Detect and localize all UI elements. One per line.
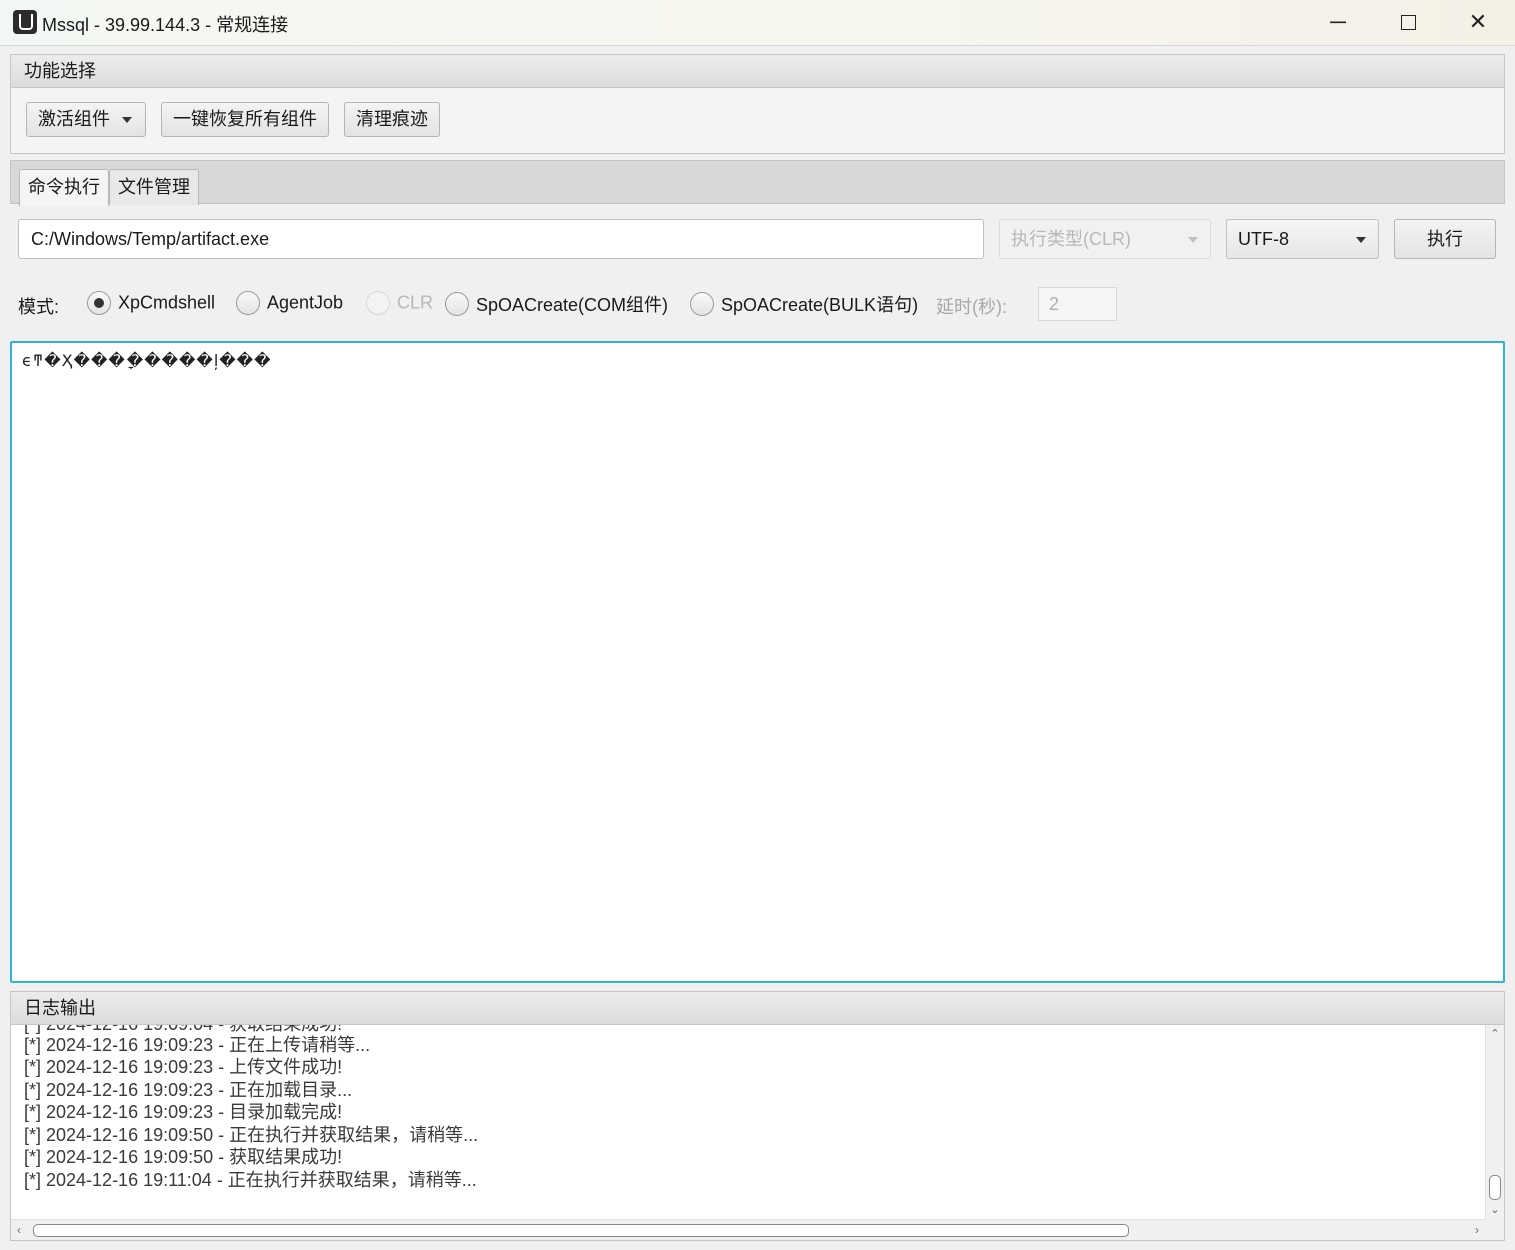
chevron-down-icon — [122, 117, 132, 124]
mode-radio-xpcmdshell[interactable]: XpCmdshell — [87, 291, 215, 319]
vertical-scroll-thumb[interactable] — [1489, 1175, 1501, 1200]
mode-radio-spoacreate-com[interactable]: SpOACreate(COM组件) — [445, 291, 668, 319]
log-line: [*] 2024-12-16 19:09:23 - 上传文件成功! — [24, 1057, 343, 1077]
radio-unchecked-icon — [445, 292, 469, 316]
delay-label: 延时(秒): — [936, 297, 1007, 317]
command-output[interactable]: ϵͳ�Ҳ���ָ�����ļ��� — [10, 341, 1505, 983]
radio-disabled-icon — [366, 291, 390, 315]
encoding-value: UTF-8 — [1238, 229, 1289, 249]
close-button[interactable]: ✕ — [1443, 0, 1513, 46]
chevron-left-icon[interactable]: ‹ — [17, 1223, 21, 1237]
radio-checked-icon — [87, 291, 111, 315]
log-line: [*] 2024-12-16 19:09:50 - 正在执行并获取结果，请稍等.… — [24, 1125, 479, 1145]
title-bar: Mssql - 39.99.144.3 - 常规连接 ─ ✕ — [0, 0, 1515, 46]
restore-all-button[interactable]: 一键恢复所有组件 — [161, 102, 329, 137]
mode-option-label: SpOACreate(BULK语句) — [721, 295, 919, 315]
log-panel: 日志输出 [*] 2024-12-16 19:09:04 - 获取结果成功! [… — [10, 991, 1505, 1241]
mode-label: 模式: — [18, 297, 60, 317]
tab-command-exec[interactable]: 命令执行 — [19, 169, 109, 206]
mode-option-label: XpCmdshell — [118, 292, 216, 313]
mode-radio-agentjob[interactable]: AgentJob — [236, 291, 343, 319]
log-line: [*] 2024-12-16 19:09:23 - 目录加载完成! — [24, 1102, 343, 1122]
activate-component-label: 激活组件 — [38, 109, 110, 129]
chevron-right-icon[interactable]: › — [1475, 1223, 1479, 1237]
log-line: [*] 2024-12-16 19:09:23 - 正在加载目录... — [24, 1080, 353, 1100]
function-panel-header: 功能选择 — [11, 55, 1504, 88]
chevron-down-icon — [1356, 237, 1366, 243]
minimize-button[interactable]: ─ — [1303, 0, 1373, 46]
tab-file-manager[interactable]: 文件管理 — [109, 169, 199, 205]
execute-button[interactable]: 执行 — [1394, 219, 1496, 259]
mode-option-label: CLR — [397, 292, 434, 313]
log-line: [*] 2024-12-16 19:09:50 - 获取结果成功! — [24, 1147, 343, 1167]
window-title: Mssql - 39.99.144.3 - 常规连接 — [42, 15, 289, 35]
log-line: [*] 2024-12-16 19:11:04 - 正在执行并获取结果，请稍等.… — [24, 1170, 477, 1190]
mode-option-label: AgentJob — [267, 292, 344, 313]
mode-radio-spoacreate-bulk[interactable]: SpOACreate(BULK语句) — [690, 291, 918, 319]
radio-unchecked-icon — [236, 291, 260, 315]
activate-component-button[interactable]: 激活组件 — [26, 102, 146, 137]
command-input[interactable]: C:/Windows/Temp/artifact.exe — [18, 219, 984, 259]
radio-unchecked-icon — [690, 292, 714, 316]
mode-option-label: SpOACreate(COM组件) — [476, 295, 669, 315]
chevron-down-icon[interactable]: ⌄ — [1490, 1205, 1500, 1216]
app-icon — [13, 10, 37, 34]
horizontal-scroll-thumb[interactable] — [33, 1224, 1129, 1237]
maximize-icon — [1400, 15, 1416, 30]
chevron-up-icon[interactable]: ⌃ — [1490, 1029, 1500, 1040]
function-panel: 功能选择 激活组件 一键恢复所有组件 清理痕迹 — [10, 54, 1505, 154]
log-panel-header: 日志输出 — [11, 992, 1504, 1025]
exec-type-placeholder: 执行类型(CLR) — [1011, 229, 1131, 249]
mode-radio-clr[interactable]: CLR — [366, 291, 433, 319]
maximize-button[interactable] — [1373, 0, 1443, 46]
log-line: [*] 2024-12-16 19:09:23 - 正在上传请稍等... — [24, 1035, 371, 1055]
tab-bar: 命令执行 文件管理 — [10, 160, 1505, 206]
log-vertical-scrollbar[interactable]: ⌃ ⌄ — [1485, 1025, 1504, 1219]
log-output[interactable]: [*] 2024-12-16 19:09:04 - 获取结果成功! [*] 20… — [11, 1025, 1485, 1219]
encoding-select[interactable]: UTF-8 — [1226, 219, 1379, 259]
log-horizontal-scrollbar[interactable]: ‹ › — [11, 1219, 1485, 1240]
delay-input[interactable]: 2 — [1038, 287, 1117, 321]
scrollbar-corner — [1485, 1219, 1504, 1240]
clean-traces-button[interactable]: 清理痕迹 — [344, 102, 440, 137]
chevron-down-icon — [1188, 237, 1198, 243]
exec-type-select[interactable]: 执行类型(CLR) — [999, 219, 1211, 259]
